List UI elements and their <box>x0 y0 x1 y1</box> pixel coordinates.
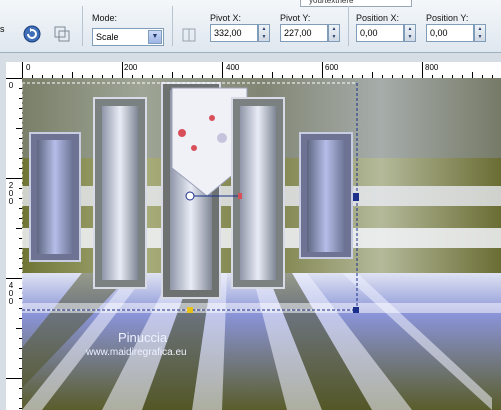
pivot-y-label: Pivot Y: <box>280 13 311 23</box>
ruler-tick <box>322 62 323 78</box>
separator <box>348 6 349 46</box>
separator <box>172 6 173 46</box>
chevron-down-icon[interactable]: ▼ <box>148 30 162 44</box>
ruler-tick <box>6 178 22 179</box>
position-x-label: Position X: <box>356 13 400 23</box>
top-ruler: 0 200 400 600 800 <box>22 62 501 79</box>
pivot-x-spinner[interactable]: ▲ ▼ <box>258 24 270 42</box>
image-canvas[interactable] <box>22 78 501 410</box>
watermark-url: www.maidiregrafica.eu <box>86 347 187 358</box>
watermark-name: Pinuccia <box>118 330 168 345</box>
ruler-label: 200 <box>124 63 138 72</box>
position-y-spinner[interactable]: ▲ ▼ <box>474 24 486 42</box>
pivot-handle-icon[interactable] <box>182 188 198 204</box>
layer-options-icon <box>54 26 70 42</box>
pivot-x-input[interactable]: 332,00 <box>210 24 258 42</box>
ruler-tick <box>6 278 22 279</box>
center-icon <box>182 28 196 42</box>
ruler-corner <box>6 62 23 79</box>
ruler-label: 4 0 0 <box>8 281 14 306</box>
position-y-input[interactable]: 0,00 <box>426 24 474 42</box>
left-ruler: 0 2 0 0 4 0 0 <box>6 78 23 410</box>
pivot-y-spinner[interactable]: ▲ ▼ <box>328 24 340 42</box>
ruler-tick <box>222 62 223 78</box>
position-y-label: Position Y: <box>426 13 469 23</box>
position-x-input[interactable]: 0,00 <box>356 24 404 42</box>
ruler-label: 800 <box>425 63 439 72</box>
options-button[interactable] <box>52 24 72 49</box>
separator <box>82 6 83 46</box>
ruler-tick <box>22 62 23 78</box>
pivot-x-label: Pivot X: <box>210 13 242 23</box>
ruler-label: 0 <box>8 81 14 90</box>
center-button[interactable] <box>180 26 198 49</box>
tool-options-bar: yourtexthere s Mode: Scale ▼ Pivot X: 33… <box>0 0 501 53</box>
mode-value: Scale <box>96 32 119 42</box>
ruler-tick <box>6 378 22 379</box>
reset-button[interactable] <box>22 24 42 49</box>
ruler-tick <box>122 62 123 78</box>
ruler-label: 2 0 0 <box>8 181 14 206</box>
pivot-y-input[interactable]: 227,00 <box>280 24 328 42</box>
text-field-strip: yourtexthere <box>300 0 412 7</box>
artwork <box>22 78 501 410</box>
ruler-tick <box>6 78 22 79</box>
strip-text: yourtexthere <box>309 0 354 5</box>
mode-select[interactable]: Scale ▼ <box>92 28 164 46</box>
ruler-label: 0 <box>26 63 31 72</box>
left-stub-label: s <box>0 24 5 34</box>
ruler-label: 600 <box>325 63 339 72</box>
ruler-tick <box>422 62 423 78</box>
mode-label: Mode: <box>92 13 118 23</box>
ruler-label: 400 <box>226 63 240 72</box>
position-x-spinner[interactable]: ▲ ▼ <box>404 24 416 42</box>
reset-icon <box>23 25 41 43</box>
